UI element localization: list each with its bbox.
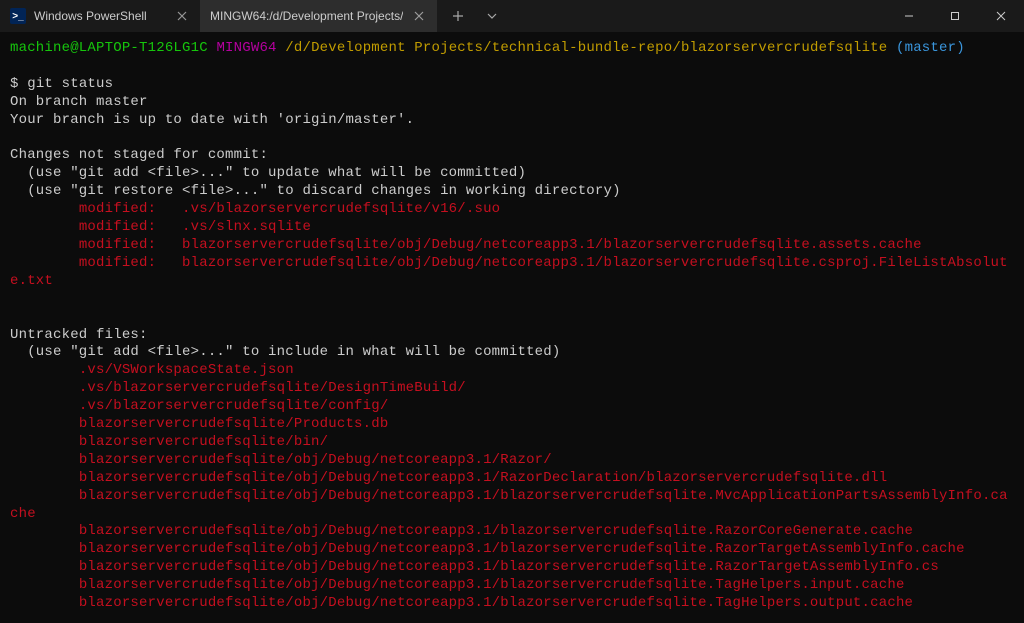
untracked-file: .vs/VSWorkspaceState.json	[10, 362, 294, 378]
prompt-line: machine@LAPTOP-T126LG1C MINGW64 /d/Devel…	[10, 40, 1014, 58]
tab-dropdown-button[interactable]	[477, 1, 507, 31]
close-icon[interactable]	[174, 8, 190, 24]
modified-file: modified: blazorservercrudefsqlite/obj/D…	[10, 237, 922, 253]
untracked-file: blazorservercrudefsqlite/obj/Debug/netco…	[10, 595, 913, 611]
close-icon[interactable]	[411, 8, 427, 24]
modified-file: modified: .vs/slnx.sqlite	[10, 219, 311, 235]
new-tab-button[interactable]	[443, 1, 473, 31]
tab-title: MINGW64:/d/Development Projects/	[210, 9, 403, 23]
hint-include: (use "git add <file>..." to include in w…	[10, 344, 561, 360]
tab-powershell[interactable]: >_ Windows PowerShell	[0, 0, 200, 32]
changes-header: Changes not staged for commit:	[10, 147, 268, 163]
close-window-button[interactable]	[978, 0, 1024, 32]
modified-file: modified: .vs/blazorservercrudefsqlite/v…	[10, 201, 500, 217]
prompt-user-host: machine@LAPTOP-T126LG1C	[10, 40, 208, 56]
untracked-file: blazorservercrudefsqlite/obj/Debug/netco…	[10, 523, 913, 539]
untracked-file: blazorservercrudefsqlite/bin/	[10, 434, 328, 450]
untracked-file: .vs/blazorservercrudefsqlite/config/	[10, 398, 388, 414]
untracked-file: blazorservercrudefsqlite/obj/Debug/netco…	[10, 470, 887, 486]
untracked-file: blazorservercrudefsqlite/obj/Debug/netco…	[10, 577, 905, 593]
minimize-button[interactable]	[886, 0, 932, 32]
command-text: git status	[27, 76, 113, 92]
hint-restore: (use "git restore <file>..." to discard …	[10, 183, 621, 199]
maximize-button[interactable]	[932, 0, 978, 32]
prompt-shell: MINGW64	[216, 40, 276, 56]
untracked-file: .vs/blazorservercrudefsqlite/DesignTimeB…	[10, 380, 466, 396]
untracked-file: blazorservercrudefsqlite/obj/Debug/netco…	[10, 541, 965, 557]
untracked-file: blazorservercrudefsqlite/obj/Debug/netco…	[10, 452, 552, 468]
powershell-icon: >_	[10, 8, 26, 24]
prompt-branch: (master)	[896, 40, 965, 56]
untracked-file: blazorservercrudefsqlite/Products.db	[10, 416, 388, 432]
tab-actions	[437, 1, 507, 31]
prompt-symbol: $	[10, 76, 19, 92]
tabs: >_ Windows PowerShell MINGW64:/d/Develop…	[0, 0, 437, 32]
prompt-cwd: /d/Development Projects/technical-bundle…	[285, 40, 887, 56]
hint-add: (use "git add <file>..." to update what …	[10, 165, 526, 181]
window-controls	[886, 0, 1024, 32]
untracked-header: Untracked files:	[10, 327, 148, 343]
terminal-output[interactable]: machine@LAPTOP-T126LG1C MINGW64 /d/Devel…	[0, 32, 1024, 623]
tab-title: Windows PowerShell	[34, 9, 166, 23]
uptodate-line: Your branch is up to date with 'origin/m…	[10, 112, 414, 128]
branch-line: On branch master	[10, 94, 148, 110]
titlebar: >_ Windows PowerShell MINGW64:/d/Develop…	[0, 0, 1024, 32]
modified-file: modified: blazorservercrudefsqlite/obj/D…	[10, 255, 1008, 289]
tab-mingw64[interactable]: MINGW64:/d/Development Projects/	[200, 0, 437, 32]
untracked-file: blazorservercrudefsqlite/obj/Debug/netco…	[10, 488, 1008, 522]
